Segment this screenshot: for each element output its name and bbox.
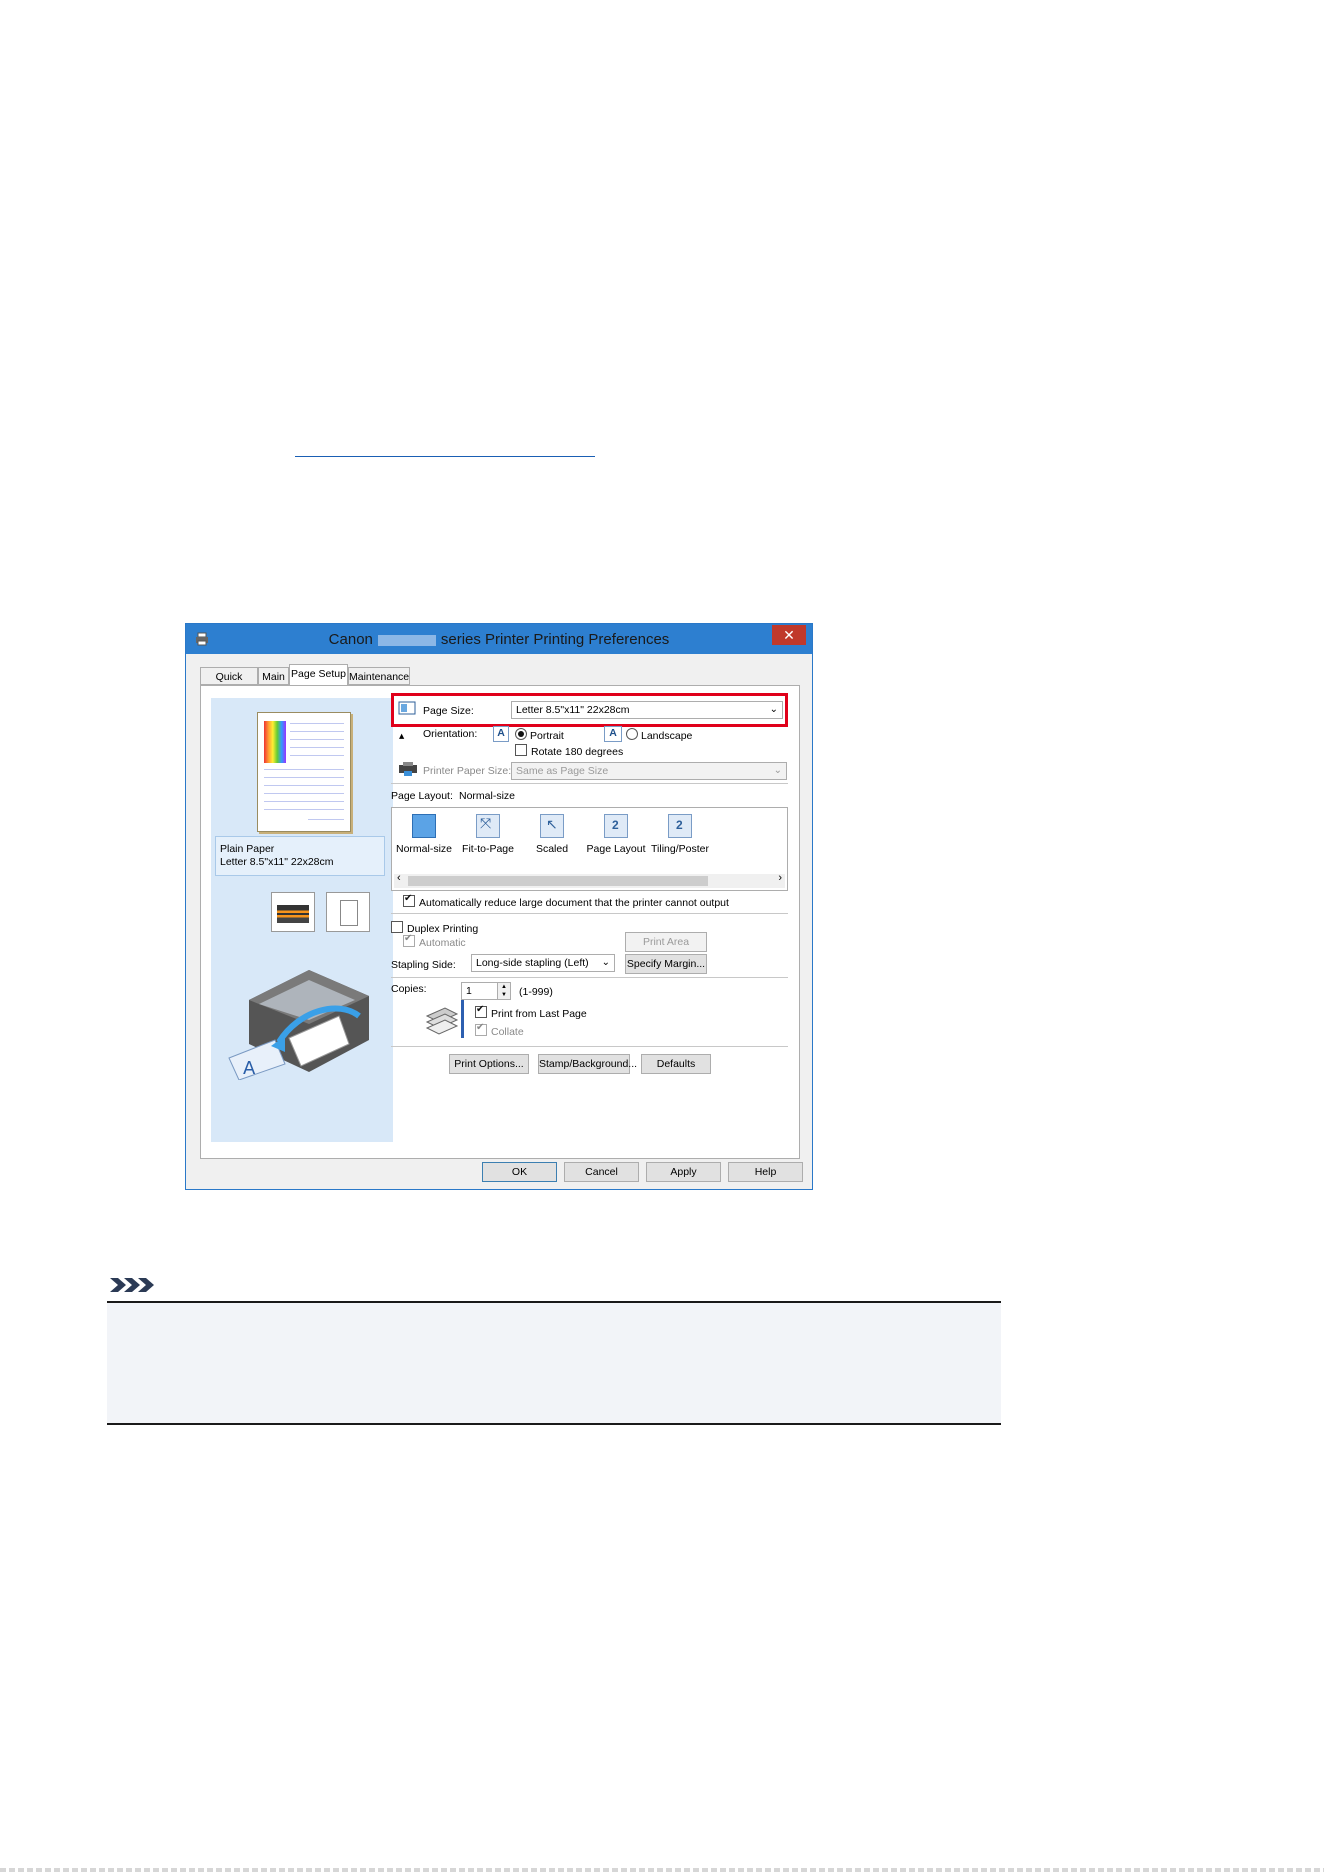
fit-to-page-icon: ⤧ xyxy=(476,814,500,838)
copies-range: (1-999) xyxy=(519,986,553,998)
specify-margin-button[interactable]: Specify Margin... xyxy=(625,954,707,974)
tiling-poster-icon: 2 xyxy=(668,814,692,838)
auto-reduce-checkbox[interactable]: Automatically reduce large document that… xyxy=(403,893,729,909)
page-layout-list: Normal-size ⤧ Fit-to-Page ↖ Scaled 2 Pag… xyxy=(391,807,788,891)
redacted-model xyxy=(377,634,436,646)
window-title: Canon series Printer Printing Preferences xyxy=(328,631,670,648)
page-layout-icon: 2 xyxy=(604,814,628,838)
tab-maintenance[interactable]: Maintenance xyxy=(348,667,410,685)
scroll-thumb[interactable] xyxy=(408,876,708,886)
copies-label: Copies: xyxy=(391,983,427,995)
preview-pane: Plain Paper Letter 8.5"x11" 22x28cm A xyxy=(211,698,393,1142)
scaled-icon: ↖ xyxy=(540,814,564,838)
tab-quick-setup[interactable]: Quick Setup xyxy=(200,667,258,701)
svg-text:A: A xyxy=(243,1058,256,1079)
ok-button[interactable]: OK xyxy=(482,1162,557,1182)
help-button[interactable]: Help xyxy=(728,1162,803,1182)
page-size-label: Page Size: xyxy=(423,705,474,717)
chevron-right-icon[interactable]: › xyxy=(778,872,782,884)
paper-info-box: Plain Paper Letter 8.5"x11" 22x28cm xyxy=(215,836,385,876)
layout-page-layout[interactable]: 2 Page Layout xyxy=(584,814,648,855)
layout-scrollbar[interactable]: ‹ › xyxy=(394,872,785,888)
automatic-checkbox[interactable]: Automatic xyxy=(403,933,466,949)
collate-checkbox[interactable]: Collate xyxy=(475,1022,524,1038)
layout-normal-size[interactable]: Normal-size xyxy=(392,814,456,855)
copies-stepper[interactable]: 1 ▲ ▼ xyxy=(461,982,511,1000)
page-setup-panel: Plain Paper Letter 8.5"x11" 22x28cm A Pa… xyxy=(200,685,800,1159)
divider xyxy=(391,913,788,914)
note-arrows-icon xyxy=(110,1278,154,1292)
tab-page-setup[interactable]: Page Setup xyxy=(289,664,348,686)
printer-paper-size-label: Printer Paper Size: xyxy=(423,765,512,777)
close-button[interactable]: ✕ xyxy=(772,625,806,645)
portrait-radio[interactable]: Portrait xyxy=(515,728,564,742)
page-layout-value: Normal-size xyxy=(459,790,516,802)
divider xyxy=(391,1046,788,1047)
single-page-icon[interactable] xyxy=(326,892,370,932)
landscape-icon: A xyxy=(604,726,622,742)
orientation-label: Orientation: xyxy=(423,728,478,740)
title-bar[interactable]: Canon series Printer Printing Preferences… xyxy=(186,624,812,654)
page-layout-label: Page Layout: xyxy=(391,790,453,802)
portrait-icon: A xyxy=(493,726,509,742)
print-from-last-page-checkbox[interactable]: Print from Last Page xyxy=(475,1004,587,1020)
chevron-down-icon: ⌄ xyxy=(773,765,782,776)
paper-size-text: Letter 8.5"x11" 22x28cm xyxy=(220,856,334,868)
note-box xyxy=(107,1303,1001,1423)
printer-paper-size-select[interactable]: Same as Page Size ⌄ xyxy=(511,762,787,780)
divider xyxy=(391,783,788,784)
printing-preferences-dialog: Canon series Printer Printing Preferences… xyxy=(185,623,813,1190)
rotate-180-checkbox[interactable]: Rotate 180 degrees xyxy=(515,744,623,758)
cancel-button[interactable]: Cancel xyxy=(564,1162,639,1182)
stapling-side-select[interactable]: Long-side stapling (Left) ⌄ xyxy=(471,954,615,972)
print-options-button[interactable]: Print Options... xyxy=(449,1054,529,1074)
stamp-background-button[interactable]: Stamp/Background... xyxy=(538,1054,637,1074)
apply-button[interactable]: Apply xyxy=(646,1162,721,1182)
paper-type-text: Plain Paper xyxy=(220,843,275,855)
note-rule-bottom xyxy=(107,1423,1001,1425)
landscape-radio[interactable]: Landscape xyxy=(626,728,692,742)
layout-scaled[interactable]: ↖ Scaled xyxy=(520,814,584,855)
layout-tiling-poster[interactable]: 2 Tiling/Poster xyxy=(648,814,712,855)
chevron-down-icon: ⌄ xyxy=(601,957,610,968)
color-swatch xyxy=(264,721,286,763)
layout-fit-to-page[interactable]: ⤧ Fit-to-Page xyxy=(456,814,520,855)
chevron-down-icon: ⌄ xyxy=(769,704,778,715)
orientation-bullet: ▴ xyxy=(399,730,405,742)
page-preview xyxy=(257,712,351,832)
page-size-value: Letter 8.5"x11" 22x28cm xyxy=(516,704,630,716)
chevron-left-icon[interactable]: ‹ xyxy=(397,872,401,884)
defaults-button[interactable]: Defaults xyxy=(641,1054,711,1074)
page-bottom-edge xyxy=(0,1868,1324,1872)
tab-main[interactable]: Main xyxy=(258,667,289,685)
print-area-setup-button[interactable]: Print Area Setup... xyxy=(625,932,707,966)
normal-size-icon xyxy=(412,814,436,838)
page-size-select[interactable]: Letter 8.5"x11" 22x28cm ⌄ xyxy=(511,701,783,719)
stapling-side-label: Stapling Side: xyxy=(391,959,456,971)
paper-source-icon[interactable] xyxy=(271,892,315,932)
copies-stack-icon xyxy=(425,1000,464,1038)
stepper-arrows[interactable]: ▲ ▼ xyxy=(497,983,510,999)
printer-paper-icon xyxy=(399,762,417,776)
page-size-icon xyxy=(398,701,416,715)
printer-illustration: A xyxy=(228,970,369,1080)
divider xyxy=(391,977,788,978)
hyperlink-underline[interactable] xyxy=(295,456,595,457)
